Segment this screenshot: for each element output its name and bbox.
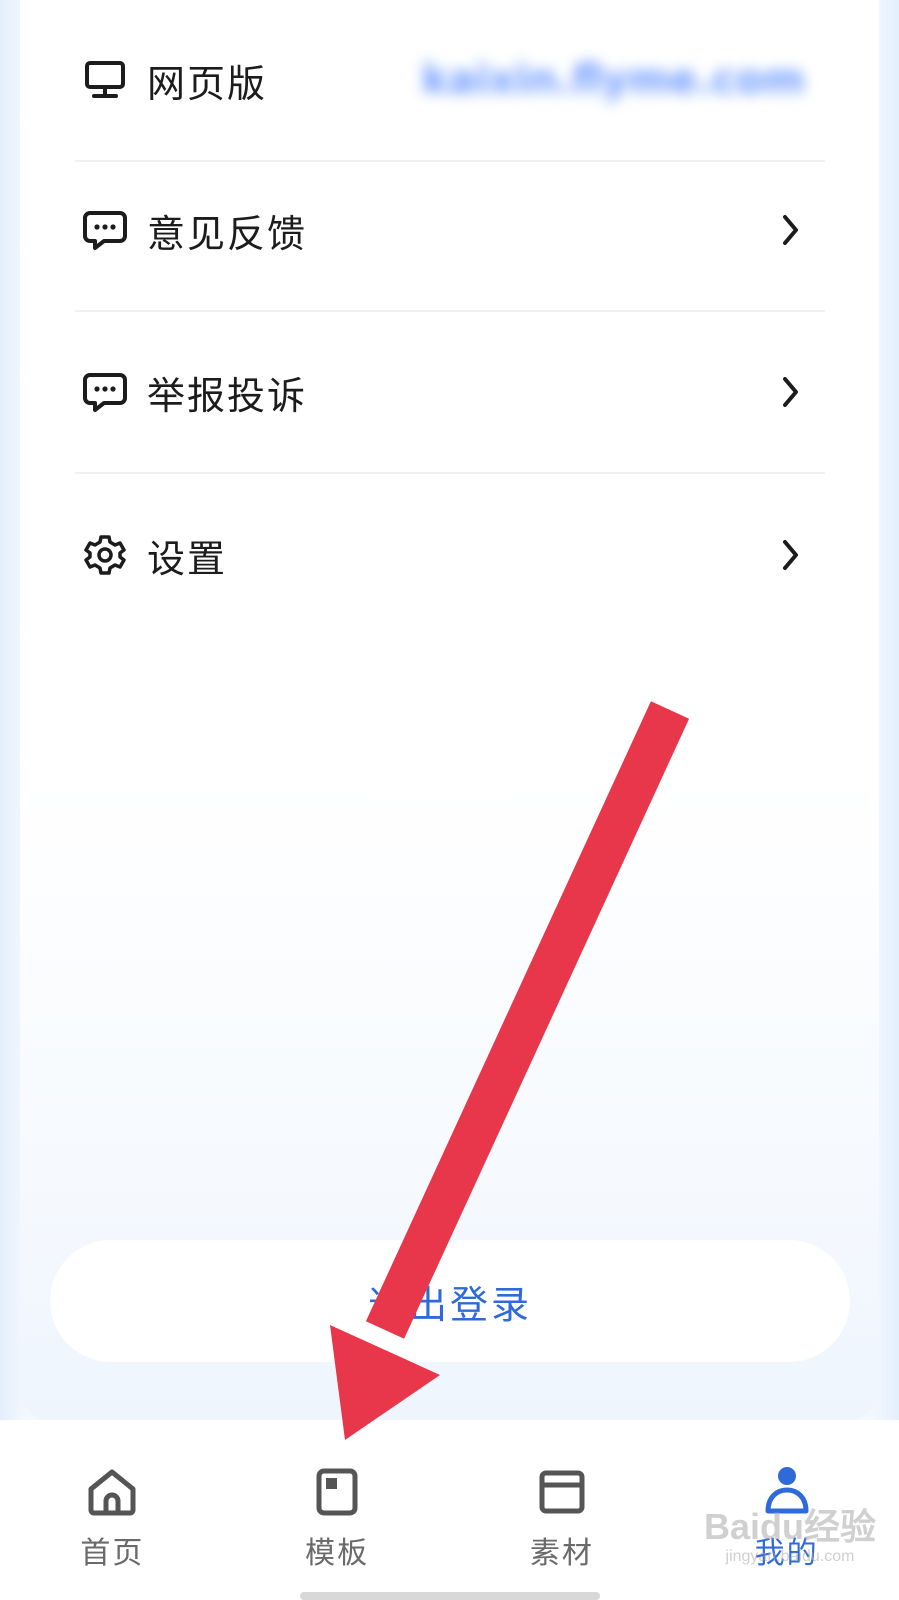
watermark-sub: jingyan.baidu.com	[725, 1548, 855, 1565]
screen: 网页版 kaixin.flyme.com 意见反馈 举报投诉 设置 退出登录 首…	[0, 0, 899, 1600]
message-bubble-icon	[81, 206, 129, 254]
chevron-right-icon	[777, 210, 805, 250]
template-icon	[309, 1464, 365, 1520]
tab-home[interactable]: 首页	[0, 1420, 225, 1600]
menu-item-label: 设置	[147, 536, 228, 581]
gear-icon	[81, 531, 129, 579]
tab-label: 首页	[80, 1536, 145, 1571]
tab-template[interactable]: 模板	[225, 1420, 450, 1600]
menu-item-label: 举报投诉	[147, 373, 308, 418]
menu-item-settings[interactable]: 设置	[75, 474, 825, 636]
chevron-right-icon	[777, 535, 805, 575]
menu-item-web-version[interactable]: 网页版 kaixin.flyme.com	[75, 0, 825, 162]
menu-item-feedback[interactable]: 意见反馈	[75, 150, 825, 312]
menu-item-report[interactable]: 举报投诉	[75, 312, 825, 474]
watermark-main: Baidu经验	[703, 1506, 876, 1547]
tab-label: 素材	[529, 1536, 594, 1571]
folder-icon	[534, 1464, 590, 1520]
tab-label: 模板	[305, 1536, 370, 1571]
tab-material[interactable]: 素材	[450, 1420, 675, 1600]
message-bubble-icon	[81, 368, 129, 416]
logout-button[interactable]: 退出登录	[50, 1240, 850, 1362]
chevron-right-icon	[777, 372, 805, 412]
home-icon	[84, 1464, 140, 1520]
web-version-url: kaixin.flyme.com	[421, 57, 805, 103]
menu-item-label: 意见反馈	[147, 211, 308, 256]
monitor-icon	[81, 56, 129, 104]
watermark-logo: Baidu经验 jingyan.baidu.com	[690, 1498, 890, 1578]
menu-item-label: 网页版	[147, 61, 268, 106]
home-indicator[interactable]	[300, 1592, 600, 1600]
